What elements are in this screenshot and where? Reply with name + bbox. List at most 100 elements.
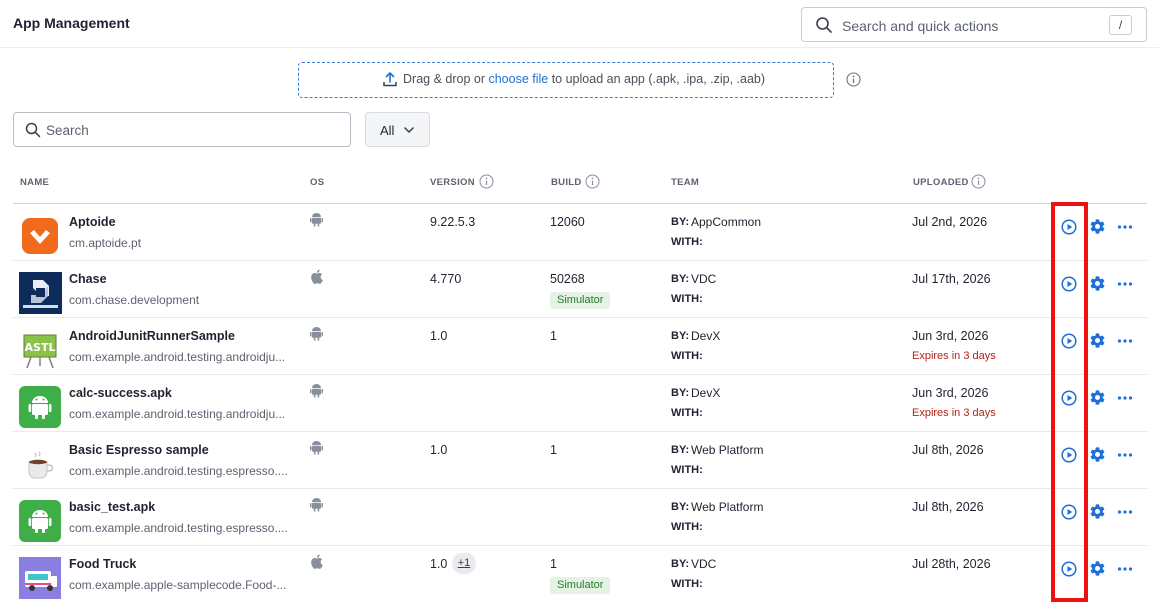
android-icon (310, 441, 323, 455)
more-options-icon[interactable] (1117, 562, 1133, 576)
team-with-label: WITH: (671, 350, 703, 362)
app-version: 4.770 (430, 272, 462, 286)
choose-file-link[interactable]: choose file (488, 72, 548, 86)
app-name[interactable]: basic_test.apk (69, 500, 155, 514)
app-version: 9.22.5.3 (430, 215, 476, 229)
settings-gear-icon[interactable] (1089, 332, 1106, 349)
apple-icon (311, 554, 323, 569)
team-by-label: BY: (671, 330, 690, 342)
page-title: App Management (13, 15, 130, 31)
table-row[interactable]: Basic Espresso sample com.example.androi… (13, 432, 1147, 489)
food-truck-icon (19, 557, 61, 599)
android-icon (310, 384, 323, 398)
team-with-label: WITH: (671, 521, 703, 533)
settings-gear-icon[interactable] (1089, 560, 1106, 577)
app-build: 1 (550, 557, 557, 571)
android-robot-icon (19, 386, 61, 428)
settings-gear-icon[interactable] (1089, 275, 1106, 292)
upload-date: Jul 2nd, 2026 (912, 215, 988, 229)
team-with-label: WITH: (671, 293, 703, 305)
team-by-label: BY: (671, 558, 690, 570)
aptoide-icon (22, 218, 58, 254)
column-header-uploaded[interactable]: UPLOADED (913, 177, 969, 188)
app-bundle-id: com.example.android.testing.espresso.... (69, 521, 288, 535)
global-search-input[interactable]: Search and quick actions / (801, 7, 1147, 42)
upload-suffix: to upload an app (.apk, .ipa, .zip, .aab… (548, 72, 766, 86)
uploaded-info-icon[interactable] (971, 174, 986, 189)
app-build: 1 (550, 329, 557, 343)
team-by-value: AppCommon (691, 215, 762, 229)
team-by-label: BY: (671, 273, 690, 285)
team-by-value: DevX (691, 386, 721, 400)
upload-instructions: Drag & drop or choose file to upload an … (403, 72, 765, 86)
team-by-label: BY: (671, 501, 690, 513)
app-version: 1.0 (430, 443, 448, 457)
table-row[interactable]: Aptoide cm.aptoide.pt 9.22.5.3 12060 BY:… (13, 204, 1147, 261)
app-icon (19, 215, 61, 257)
app-bundle-id: com.example.android.testing.androidju... (69, 350, 286, 364)
app-build: 12060 (550, 215, 585, 229)
settings-gear-icon[interactable] (1089, 446, 1106, 463)
app-icon (19, 443, 61, 485)
app-name[interactable]: Basic Espresso sample (69, 443, 209, 457)
chase-icon (19, 272, 62, 314)
highlight-box (1051, 202, 1088, 602)
android-icon (310, 213, 323, 227)
team-by-value: DevX (691, 329, 721, 343)
app-name[interactable]: Chase (69, 272, 107, 286)
build-info-icon[interactable] (585, 174, 600, 189)
app-name[interactable]: Food Truck (69, 557, 136, 571)
settings-gear-icon[interactable] (1089, 218, 1106, 235)
column-header-build[interactable]: BUILD (551, 177, 582, 188)
table-row[interactable]: Chase com.chase.development 4.770 50268 … (13, 261, 1147, 318)
apple-icon (311, 269, 323, 284)
column-header-name[interactable]: NAME (20, 177, 49, 188)
team-by-label: BY: (671, 216, 690, 228)
app-search-input[interactable]: Search (13, 112, 351, 147)
column-header-os[interactable]: OS (310, 177, 324, 188)
app-bundle-id: com.example.android.testing.androidju... (69, 407, 286, 421)
app-version: 1.0 (430, 557, 448, 571)
more-versions-badge[interactable]: +1 (452, 553, 476, 574)
more-options-icon[interactable] (1117, 448, 1133, 462)
app-name[interactable]: Aptoide (69, 215, 116, 229)
info-icon[interactable] (846, 72, 861, 87)
column-header-version[interactable]: VERSION (430, 177, 475, 188)
settings-gear-icon[interactable] (1089, 503, 1106, 520)
expiry-warning: Expires in 3 days (912, 407, 996, 419)
team-by-value: Web Platform (691, 443, 764, 457)
more-options-icon[interactable] (1117, 334, 1133, 348)
app-icon (19, 557, 61, 599)
android-icon (310, 498, 323, 512)
settings-gear-icon[interactable] (1089, 389, 1106, 406)
table-row[interactable]: Food Truck com.example.apple-samplecode.… (13, 546, 1147, 603)
upload-dropzone[interactable]: Drag & drop or choose file to upload an … (298, 62, 834, 98)
simulator-badge: Simulator (550, 292, 611, 309)
os-filter-dropdown[interactable]: All (365, 112, 430, 147)
more-options-icon[interactable] (1117, 277, 1133, 291)
version-info-icon[interactable] (479, 174, 494, 189)
upload-date: Jun 3rd, 2026 (912, 329, 989, 343)
more-options-icon[interactable] (1117, 391, 1133, 405)
table-row[interactable]: basic_test.apk com.example.android.testi… (13, 489, 1147, 546)
team-by-value: Web Platform (691, 500, 764, 514)
simulator-badge: Simulator (550, 577, 611, 594)
expiry-warning: Expires in 3 days (912, 350, 996, 362)
app-name[interactable]: AndroidJunitRunnerSample (69, 329, 235, 343)
app-icon (19, 500, 61, 542)
astl-icon: ASTL (19, 329, 61, 371)
team-by-label: BY: (671, 387, 690, 399)
upload-icon (383, 72, 397, 87)
team-by-value: VDC (691, 557, 717, 571)
team-with-label: WITH: (671, 578, 703, 590)
filter-selected-value: All (380, 123, 395, 138)
app-name[interactable]: calc-success.apk (69, 386, 172, 400)
more-options-icon[interactable] (1117, 505, 1133, 519)
more-options-icon[interactable] (1117, 220, 1133, 234)
app-icon (19, 386, 61, 428)
app-search-placeholder: Search (46, 123, 89, 138)
column-header-team[interactable]: TEAM (671, 177, 699, 188)
team-with-label: WITH: (671, 464, 703, 476)
table-row[interactable]: calc-success.apk com.example.android.tes… (13, 375, 1147, 432)
table-row[interactable]: ASTL AndroidJunitRunnerSample com.exampl… (13, 318, 1147, 375)
